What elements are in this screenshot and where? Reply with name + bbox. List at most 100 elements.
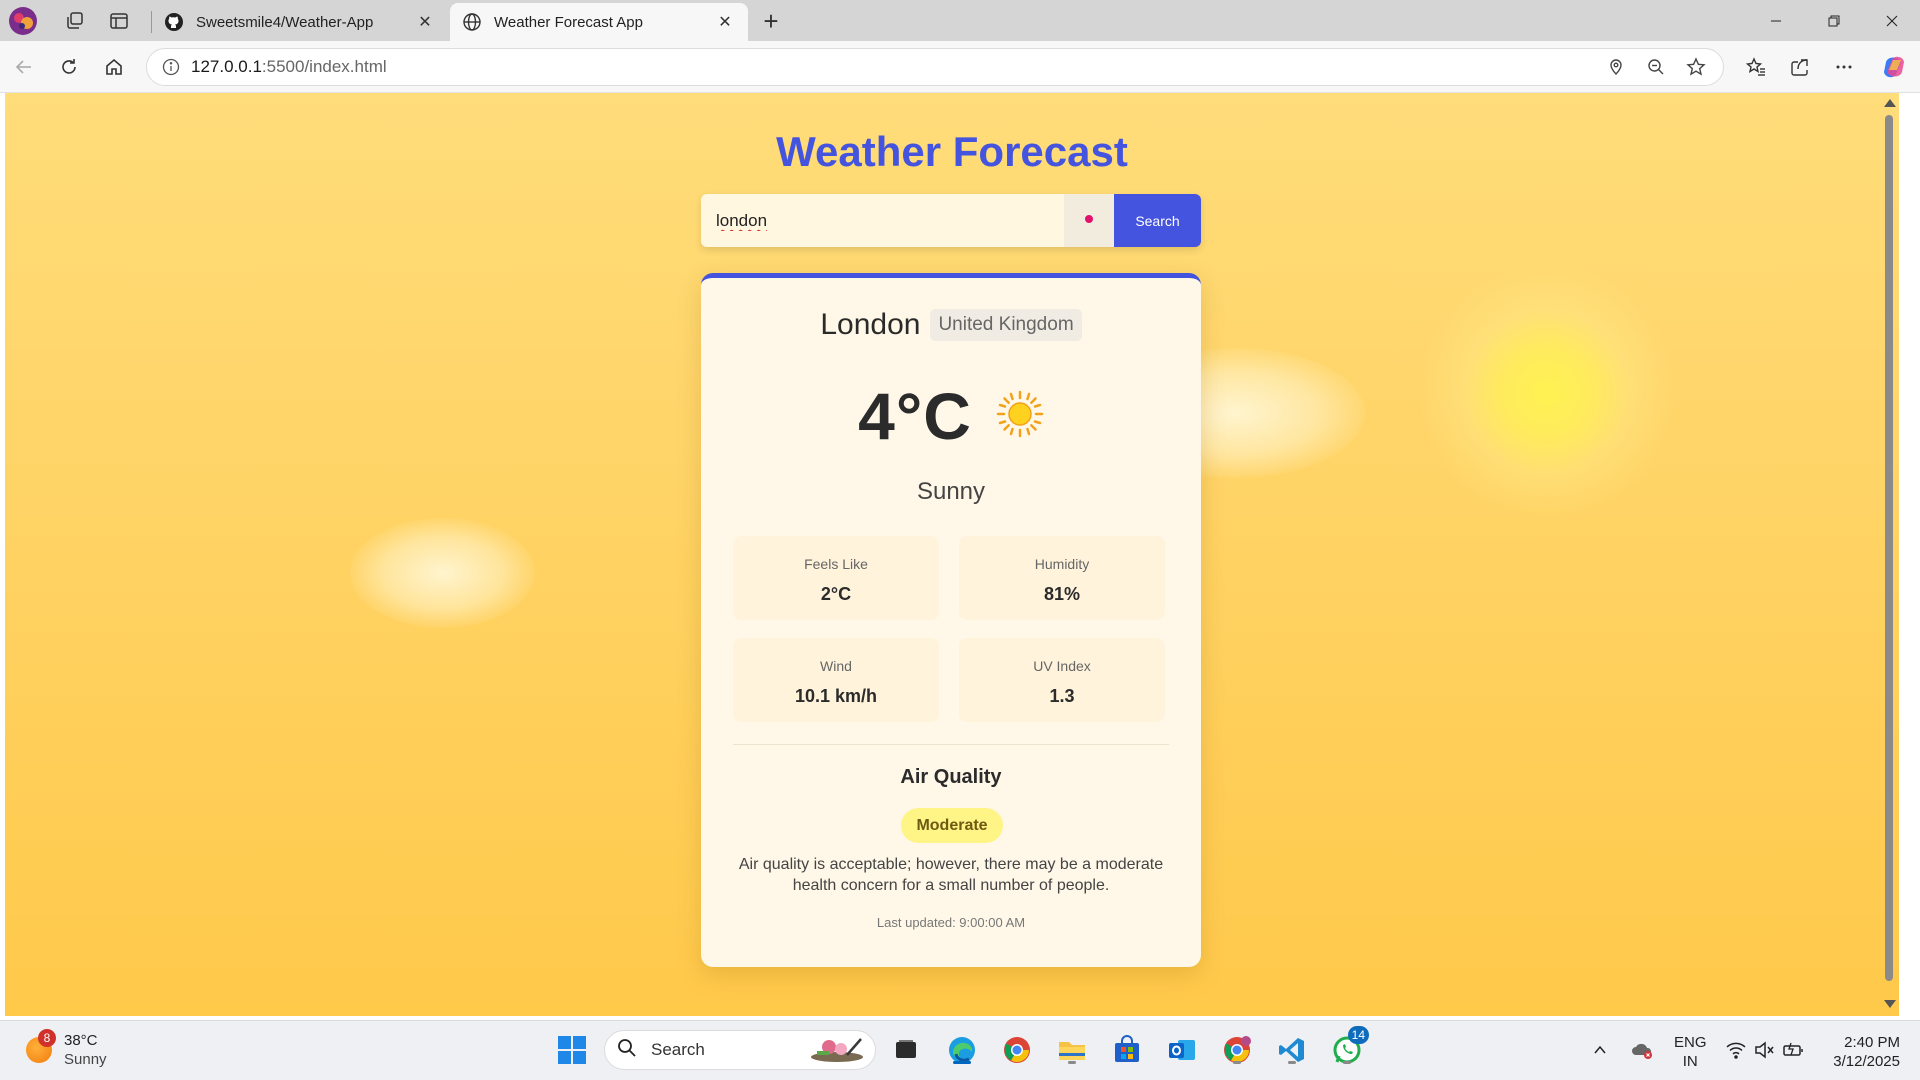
- file-explorer-icon[interactable]: [1054, 1032, 1090, 1068]
- minimize-button[interactable]: [1748, 0, 1804, 41]
- stat-uv-index: UV Index 1.3: [959, 638, 1165, 722]
- home-button[interactable]: [98, 51, 130, 83]
- scroll-down-arrow-icon[interactable]: [1884, 1000, 1896, 1008]
- back-button[interactable]: [8, 51, 40, 83]
- taskbar: 8 38°C Sunny Search 14 ENG IN 2:40 PM 3/…: [0, 1020, 1920, 1080]
- search-label: Search: [651, 1040, 705, 1059]
- copilot-icon[interactable]: [1878, 51, 1910, 83]
- refresh-button[interactable]: [53, 51, 85, 83]
- whatsapp-icon[interactable]: 14: [1329, 1026, 1369, 1068]
- page-viewport: Weather Forecast Search London United Ki…: [5, 93, 1899, 1016]
- running-indicator: [1343, 1061, 1351, 1064]
- outlook-icon[interactable]: [1164, 1032, 1200, 1068]
- site-info-icon[interactable]: [151, 58, 191, 76]
- air-quality-title: Air Quality: [900, 766, 1002, 788]
- region-code: IN: [1682, 1053, 1698, 1070]
- stat-value: 1.3: [1049, 686, 1075, 706]
- github-icon: [164, 12, 184, 32]
- vscode-icon[interactable]: [1274, 1032, 1310, 1068]
- taskbar-search[interactable]: Search: [604, 1030, 876, 1070]
- task-view-icon[interactable]: [888, 1032, 924, 1068]
- vertical-tabs-icon[interactable]: [104, 6, 134, 36]
- tab-title: Sweetsmile4/Weather-App: [196, 13, 374, 31]
- restore-button[interactable]: [1806, 0, 1862, 41]
- clock-date: 3/12/2025: [1833, 1053, 1900, 1070]
- scroll-thumb[interactable]: [1885, 115, 1893, 981]
- profile-avatar[interactable]: [8, 6, 38, 36]
- battery-charging-icon[interactable]: [1776, 1032, 1812, 1068]
- zoom-out-icon[interactable]: [1643, 54, 1669, 80]
- running-indicator: [1068, 1061, 1076, 1064]
- city-search-input[interactable]: [701, 194, 1064, 247]
- stat-wind: Wind 10.1 km/h: [733, 638, 939, 722]
- tab-github[interactable]: Sweetsmile4/Weather-App ✕: [152, 3, 448, 41]
- browser-toolbar: 127.0.0.1:5500/index.html: [0, 41, 1920, 93]
- stat-value: 81%: [1043, 584, 1081, 604]
- system-clock[interactable]: 2:40 PM 3/12/2025: [1820, 1033, 1900, 1071]
- chrome-profile-icon[interactable]: [1219, 1032, 1255, 1068]
- page-scrollbar[interactable]: [1879, 93, 1899, 1016]
- microsoft-store-icon[interactable]: [1109, 1032, 1145, 1068]
- running-indicator: [953, 1061, 971, 1064]
- browser-tab-strip: Sweetsmile4/Weather-App ✕ Weather Foreca…: [0, 0, 1920, 41]
- more-options-icon[interactable]: [1828, 51, 1860, 83]
- country-badge: United Kingdom: [930, 309, 1082, 341]
- weather-card: London United Kingdom 4°C Sunny Feels Li…: [701, 273, 1201, 967]
- language-indicator[interactable]: ENG IN: [1674, 1033, 1707, 1071]
- stat-label: Humidity: [1034, 556, 1090, 572]
- edge-browser-icon[interactable]: [944, 1032, 980, 1068]
- sun-icon: [996, 390, 1044, 443]
- weather-widget-text: 38°C Sunny: [64, 1031, 107, 1069]
- temperature-row: 4°C: [701, 378, 1201, 454]
- last-updated: Last updated: 9:00:00 AM: [876, 915, 1026, 930]
- workspaces-icon[interactable]: [60, 6, 90, 36]
- stat-value: 10.1 km/h: [794, 686, 878, 706]
- new-tab-button[interactable]: +: [756, 6, 786, 36]
- stat-humidity: Humidity 81%: [959, 536, 1165, 620]
- voice-search-button[interactable]: [1064, 194, 1114, 247]
- tab-title: Weather Forecast App: [494, 13, 643, 31]
- globe-icon: [462, 12, 482, 32]
- close-tab-icon[interactable]: ✕: [714, 11, 736, 33]
- search-bar: Search: [701, 194, 1201, 247]
- close-window-button[interactable]: [1864, 0, 1920, 41]
- stat-value: 2°C: [820, 584, 852, 604]
- unread-badge: 14: [1347, 1026, 1369, 1044]
- search-icon: [617, 1038, 637, 1063]
- running-indicator: [1233, 1061, 1241, 1064]
- page-title: Weather Forecast: [776, 128, 1128, 175]
- city-name: London: [820, 308, 921, 341]
- location-row: London United Kingdom: [701, 308, 1201, 342]
- location-icon[interactable]: [1603, 54, 1629, 80]
- favorite-star-icon[interactable]: [1683, 54, 1709, 80]
- running-indicator: [1288, 1061, 1296, 1064]
- stat-label: UV Index: [1033, 658, 1091, 674]
- show-hidden-icons-chevron-icon[interactable]: [1582, 1032, 1618, 1068]
- widget-condition: Sunny: [64, 1051, 107, 1068]
- section-divider: [733, 744, 1169, 745]
- windows-start-icon[interactable]: [554, 1032, 590, 1068]
- tab-weather-forecast[interactable]: Weather Forecast App ✕: [450, 3, 748, 41]
- widget-temperature: 38°C: [64, 1032, 98, 1049]
- weather-widget[interactable]: 8 38°C Sunny: [26, 1029, 107, 1069]
- weather-condition: Sunny: [916, 478, 986, 505]
- stat-label: Wind: [820, 658, 852, 674]
- chrome-icon[interactable]: [999, 1032, 1035, 1068]
- language-code: ENG: [1674, 1034, 1707, 1051]
- onedrive-icon[interactable]: [1624, 1032, 1660, 1068]
- favorites-icon[interactable]: [1740, 51, 1772, 83]
- background-cloud: [350, 518, 535, 628]
- search-button[interactable]: Search: [1114, 194, 1201, 247]
- scroll-up-arrow-icon[interactable]: [1884, 99, 1896, 107]
- background-sun: [1417, 263, 1677, 523]
- notification-badge: 8: [38, 1029, 56, 1047]
- air-quality-description: Air quality is acceptable; however, ther…: [738, 856, 1164, 894]
- stat-feels-like: Feels Like 2°C: [733, 536, 939, 620]
- address-bar[interactable]: 127.0.0.1:5500/index.html: [146, 48, 1724, 86]
- close-tab-icon[interactable]: ✕: [414, 11, 436, 33]
- search-highlight-icon: [807, 1033, 867, 1068]
- stat-label: Feels Like: [804, 556, 868, 572]
- weather-sun-icon: 8: [26, 1029, 56, 1063]
- share-icon[interactable]: [1784, 51, 1816, 83]
- clock-time: 2:40 PM: [1844, 1034, 1900, 1051]
